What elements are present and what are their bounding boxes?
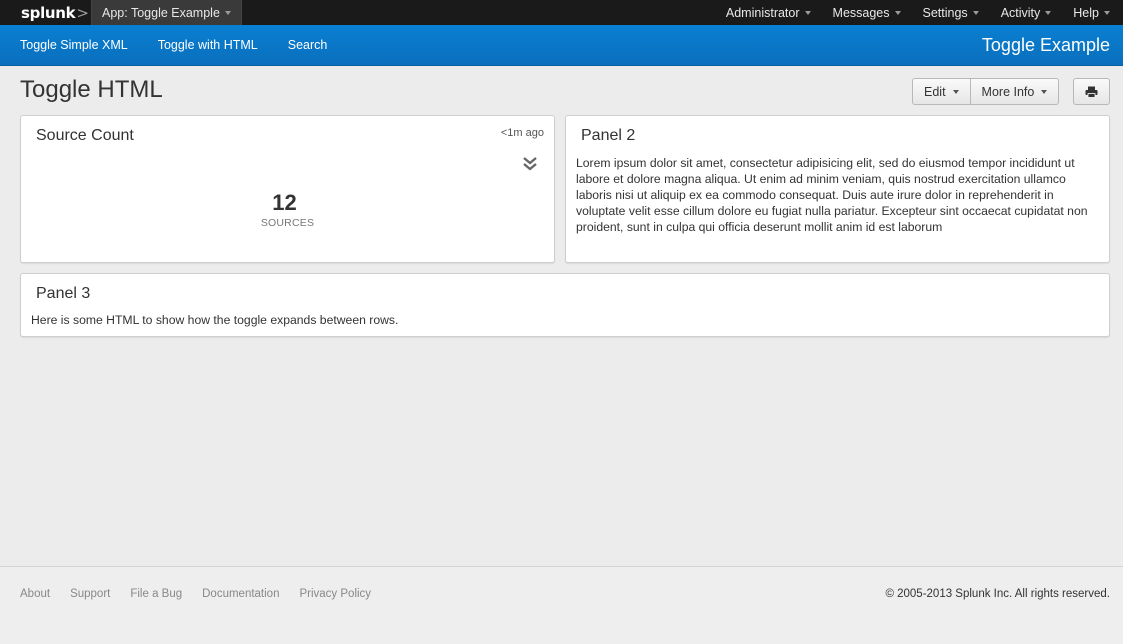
print-button[interactable]	[1073, 78, 1110, 105]
double-chevron-down-icon[interactable]	[522, 156, 538, 177]
copyright: © 2005-2013 Splunk Inc. All rights reser…	[885, 588, 1110, 600]
nav-activity-label: Activity	[1000, 5, 1041, 20]
nav-settings[interactable]: Settings	[909, 0, 987, 25]
single-value-label: SOURCES	[260, 217, 315, 229]
footer-links: About Support File a Bug Documentation P…	[20, 588, 391, 600]
app-menu[interactable]: App: Toggle Example	[91, 0, 242, 25]
footer-link-about[interactable]: About	[20, 588, 50, 600]
nav-settings-label: Settings	[922, 5, 968, 20]
single-value-number[interactable]: 12	[15, 190, 554, 216]
splunk-logo[interactable]: splunk >	[0, 0, 91, 25]
panel-2: Panel 2 Lorem ipsum dolor sit amet, cons…	[565, 115, 1110, 263]
app-title: Toggle Example	[981, 34, 1110, 55]
app-nav: Toggle Simple XML Toggle with HTML Searc…	[0, 25, 357, 66]
edit-button-label: Edit	[924, 84, 946, 99]
panel-text: Here is some HTML to show how the toggle…	[31, 313, 399, 327]
caret-down-icon	[1045, 10, 1052, 15]
caret-down-icon	[972, 10, 979, 15]
single-value: 12 SOURCES	[21, 190, 554, 229]
panel-3: Panel 3 Here is some HTML to show how th…	[20, 273, 1110, 337]
nav-help-label: Help	[1073, 5, 1099, 20]
panel-text: Lorem ipsum dolor sit amet, consectetur …	[576, 156, 1088, 234]
more-info-button-label: More Info	[981, 84, 1035, 99]
logo-suffix: >	[76, 3, 89, 22]
print-icon	[1085, 86, 1098, 98]
nav-activity[interactable]: Activity	[987, 0, 1060, 25]
app-nav-toggle-simple-xml[interactable]: Toggle Simple XML	[20, 38, 128, 52]
source-count-panel: Source Count <1m ago 12 SOURCES	[20, 115, 555, 263]
nav-administrator-label: Administrator	[725, 5, 800, 20]
caret-down-icon	[1041, 89, 1048, 94]
app-bar: Toggle Simple XML Toggle with HTML Searc…	[0, 25, 1123, 66]
dashboard-actions: Edit More Info	[912, 78, 1060, 105]
panel-title: Source Count	[36, 127, 134, 144]
more-info-button[interactable]: More Info	[970, 78, 1060, 105]
footer-link-support[interactable]: Support	[70, 588, 110, 600]
caret-down-icon	[804, 10, 811, 15]
top-nav: Administrator Messages Settings Activity…	[712, 0, 1123, 25]
nav-administrator[interactable]: Administrator	[712, 0, 819, 25]
nav-help[interactable]: Help	[1059, 0, 1123, 25]
page-title: Toggle HTML	[20, 76, 163, 103]
footer-link-documentation[interactable]: Documentation	[202, 588, 279, 600]
panel-title: Panel 3	[36, 285, 91, 302]
footer: About Support File a Bug Documentation P…	[0, 566, 1123, 644]
edit-button[interactable]: Edit	[912, 78, 971, 105]
caret-down-icon	[894, 10, 901, 15]
logo-text: splunk	[21, 3, 76, 22]
footer-link-file-a-bug[interactable]: File a Bug	[130, 588, 182, 600]
nav-messages-label: Messages	[832, 5, 890, 20]
app-menu-label: App: Toggle Example	[102, 5, 220, 20]
caret-down-icon	[224, 10, 231, 15]
app-nav-toggle-with-html[interactable]: Toggle with HTML	[158, 38, 258, 52]
panel-title: Panel 2	[581, 127, 636, 144]
caret-down-icon	[1104, 10, 1110, 15]
footer-link-privacy-policy[interactable]: Privacy Policy	[299, 588, 371, 600]
caret-down-icon	[952, 89, 959, 94]
nav-messages[interactable]: Messages	[819, 0, 909, 25]
app-nav-search[interactable]: Search	[288, 38, 328, 52]
top-bar: splunk > App: Toggle Example Administrato…	[0, 0, 1123, 25]
timestamp: <1m ago	[500, 127, 544, 139]
